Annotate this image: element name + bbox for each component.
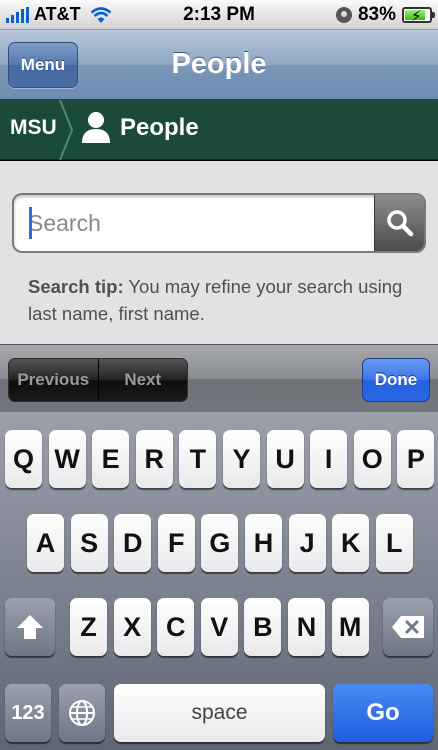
key-a[interactable]: A [27,514,64,572]
key-n[interactable]: N [288,598,325,656]
key-j[interactable]: J [288,514,326,572]
magnifier-icon [386,210,413,237]
key-v[interactable]: V [200,598,238,656]
key-e[interactable]: E [92,430,130,488]
search-panel: Search tip: You may refine your search u… [0,161,438,344]
search-button[interactable] [374,195,424,251]
search-tip-label: Search tip: [28,276,124,297]
breadcrumb-chevron-icon [59,100,74,160]
space-key[interactable]: space [114,684,325,742]
key-p[interactable]: P [397,430,435,488]
delete-icon [392,616,424,638]
person-icon [82,112,110,143]
key-q[interactable]: Q [5,430,42,488]
text-cursor [29,207,32,239]
page-title: People [171,48,267,80]
key-t[interactable]: T [179,430,217,488]
key-z[interactable]: Z [70,598,107,656]
numbers-key[interactable]: 123 [5,684,51,742]
globe-key[interactable] [59,684,105,742]
go-key[interactable]: Go [333,684,433,742]
next-button[interactable]: Next [97,359,188,401]
keyboard: 123 space Go QWERTYUIOP ASDFGHJKL ZXCVBNM [0,412,438,750]
globe-icon [69,700,95,726]
backspace-key[interactable] [383,598,433,656]
key-k[interactable]: K [332,514,370,572]
key-f[interactable]: F [157,514,195,572]
key-x[interactable]: X [113,598,151,656]
battery-icon: ⚡ [402,7,435,25]
key-m[interactable]: M [331,598,369,656]
key-h[interactable]: H [245,514,282,572]
key-y[interactable]: Y [223,430,260,488]
search-box [12,193,426,253]
key-s[interactable]: S [70,514,108,572]
battery-percent: 83% [357,4,396,25]
keyboard-accessory-bar: Previous Next Done [0,344,438,412]
key-c[interactable]: C [157,598,195,656]
breadcrumb-root-msu[interactable]: MSU [10,116,57,140]
previous-button[interactable]: Previous [9,359,98,401]
prev-next-control: Previous Next [8,358,188,402]
key-d[interactable]: D [114,514,152,572]
key-i[interactable]: I [310,430,348,488]
search-input[interactable] [18,199,374,247]
shift-key[interactable] [5,598,55,656]
key-r[interactable]: R [135,430,173,488]
shift-arrow-icon [17,615,43,639]
key-g[interactable]: G [201,514,239,572]
key-b[interactable]: B [244,598,282,656]
status-right: 83% ⚡ [335,4,435,26]
key-l[interactable]: L [375,514,413,572]
status-bar: AT&T 2:13 PM 83% ⚡ [0,0,438,30]
breadcrumb: MSU People [0,100,438,160]
rotation-lock-icon [335,7,352,23]
breadcrumb-current: People [120,114,199,141]
key-u[interactable]: U [266,430,304,488]
navigation-bar: Menu People [0,30,438,100]
key-o[interactable]: O [353,430,391,488]
done-button[interactable]: Done [362,358,430,402]
search-tip: Search tip: You may refine your search u… [28,273,408,327]
key-w[interactable]: W [48,430,86,488]
charging-bolt-icon: ⚡ [411,8,422,25]
